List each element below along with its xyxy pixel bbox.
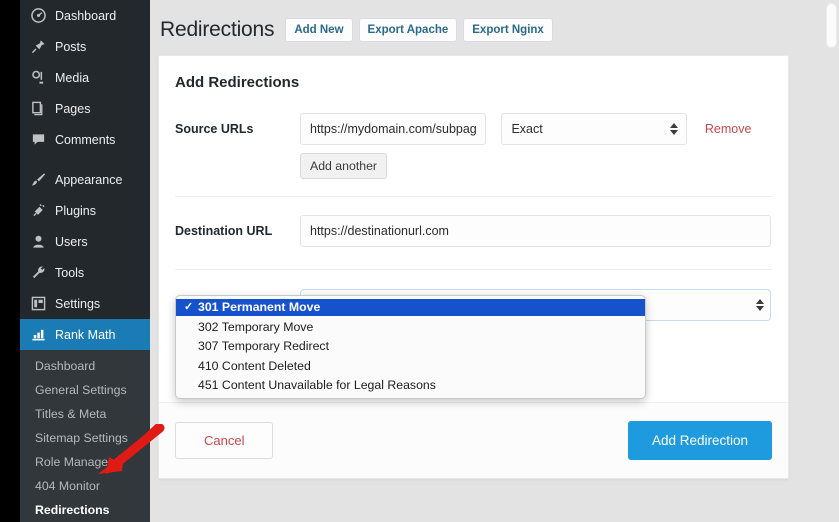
submenu-item-role-manager[interactable]: Role Manager [20,450,150,474]
export-apache-button[interactable]: Export Apache [358,18,458,42]
page-header: Redirections Add New Export Apache Expor… [150,0,839,44]
cancel-button[interactable]: Cancel [175,422,274,459]
sidebar-item-settings[interactable]: Settings [20,288,150,319]
dropdown-option-label: 410 Content Deleted [198,358,311,373]
export-nginx-button[interactable]: Export Nginx [463,18,553,42]
screen-root: Dashboard Posts Media Pages Comments App… [0,0,839,522]
destination-url-controls [300,215,772,247]
scrollbar-thumb[interactable] [826,3,837,48]
remove-source-link[interactable]: Remove [705,113,752,145]
destination-url-label: Destination URL [175,224,273,238]
sidebar-item-label: Comments [55,132,116,147]
sidebar-item-label: Media [55,70,90,85]
dropdown-option-label: 451 Content Unavailable for Legal Reason… [198,378,436,392]
redirection-type-dropdown[interactable]: ✓ 301 Permanent Move 302 Temporary Move … [175,295,646,399]
page-title: Redirections [160,18,275,41]
submenu-item-sitemap-settings[interactable]: Sitemap Settings [20,426,150,450]
add-new-button[interactable]: Add New [285,18,353,42]
dropdown-option-label: 307 Temporary Redirect [198,339,330,353]
sidebar-item-label: Settings [55,296,101,311]
submenu-item-redirections[interactable]: Redirections [20,498,150,522]
pin-icon [28,37,48,57]
sidebar-item-plugins[interactable]: Plugins [20,195,150,226]
dropdown-option-410[interactable]: 410 Content Deleted [176,358,645,375]
submenu-item-general-settings[interactable]: General Settings [20,378,150,402]
dropdown-option-307[interactable]: 307 Temporary Redirect [176,338,645,355]
chevron-updown-icon [669,121,678,137]
sliders-icon [28,294,48,314]
source-urls-controls: Exact Remove Add another [300,113,772,179]
admin-sidebar: Dashboard Posts Media Pages Comments App… [20,0,158,522]
dropdown-option-label: 302 Temporary Move [198,319,314,334]
sidebar-item-users[interactable]: Users [20,226,150,257]
source-urls-label: Source URLs [175,122,254,136]
divider-1 [175,196,772,197]
destination-url-input[interactable] [300,215,771,247]
card-body: Add Redirections Source URLs Exact Remov… [159,56,788,402]
chevron-updown-icon [755,297,764,313]
match-type-value: Exact [511,122,543,136]
chart-icon [28,325,48,345]
check-icon: ✓ [184,301,194,313]
main-content: Redirections Add New Export Apache Expor… [150,0,839,522]
scrollbar-track[interactable] [824,0,839,522]
add-another-button[interactable]: Add another [300,153,388,179]
sidebar-item-label: Pages [55,101,91,116]
sidebar-item-comments[interactable]: Comments [20,124,150,155]
media-icon [28,68,48,88]
sidebar-item-posts[interactable]: Posts [20,31,150,62]
dashboard-icon [28,6,48,26]
wrench-icon [28,263,48,283]
sidebar-item-label: Appearance [55,172,123,187]
sidebar-item-media[interactable]: Media [20,62,150,93]
sidebar-item-rank-math[interactable]: Rank Math [20,319,158,350]
card-title: Add Redirections [175,74,300,91]
sidebar-item-appearance[interactable]: Appearance [20,164,150,195]
dropdown-option-label: 301 Permanent Move [198,300,321,314]
divider-2 [175,269,772,270]
sidebar-divider [20,155,150,164]
sidebar-item-label: Plugins [55,203,96,218]
card-footer: Cancel Add Redirection [159,402,788,478]
comment-icon [28,130,48,150]
sidebar-item-label: Rank Math [55,327,116,342]
sidebar-item-dashboard[interactable]: Dashboard [20,0,150,31]
pages-icon [28,99,48,119]
source-url-input[interactable] [300,113,486,145]
source-urls-row: Source URLs Exact Remove Add another [175,113,772,179]
add-redirections-card: Add Redirections Source URLs Exact Remov… [158,55,789,479]
submenu-item-titles-meta[interactable]: Titles & Meta [20,402,150,426]
rank-math-submenu: Dashboard General Settings Titles & Meta… [20,350,150,522]
dropdown-option-301[interactable]: ✓ 301 Permanent Move [176,299,645,316]
sidebar-item-pages[interactable]: Pages [20,93,150,124]
sidebar-item-label: Users [55,234,88,249]
user-icon [28,232,48,252]
redirection-type-row: Redirection Type ✓ 301 Permanent Move [175,289,772,399]
redirection-type-controls: ✓ 301 Permanent Move 302 Temporary Move … [175,289,772,399]
submenu-item-404-monitor[interactable]: 404 Monitor [20,474,150,498]
brush-icon [28,170,48,190]
submenu-item-dashboard[interactable]: Dashboard [20,354,150,378]
plug-icon [28,201,48,221]
destination-url-row: Destination URL [175,215,772,247]
dropdown-option-451[interactable]: 451 Content Unavailable for Legal Reason… [176,377,645,394]
sidebar-item-tools[interactable]: Tools [20,257,150,288]
dropdown-option-302[interactable]: 302 Temporary Move [176,319,645,336]
content-scroll: Redirections Add New Export Apache Expor… [150,0,839,479]
sidebar-item-label: Dashboard [55,8,117,23]
match-type-select[interactable]: Exact [501,113,688,145]
sidebar-item-label: Tools [55,265,85,280]
sidebar-item-label: Posts [55,39,87,54]
add-redirection-button[interactable]: Add Redirection [627,421,772,460]
